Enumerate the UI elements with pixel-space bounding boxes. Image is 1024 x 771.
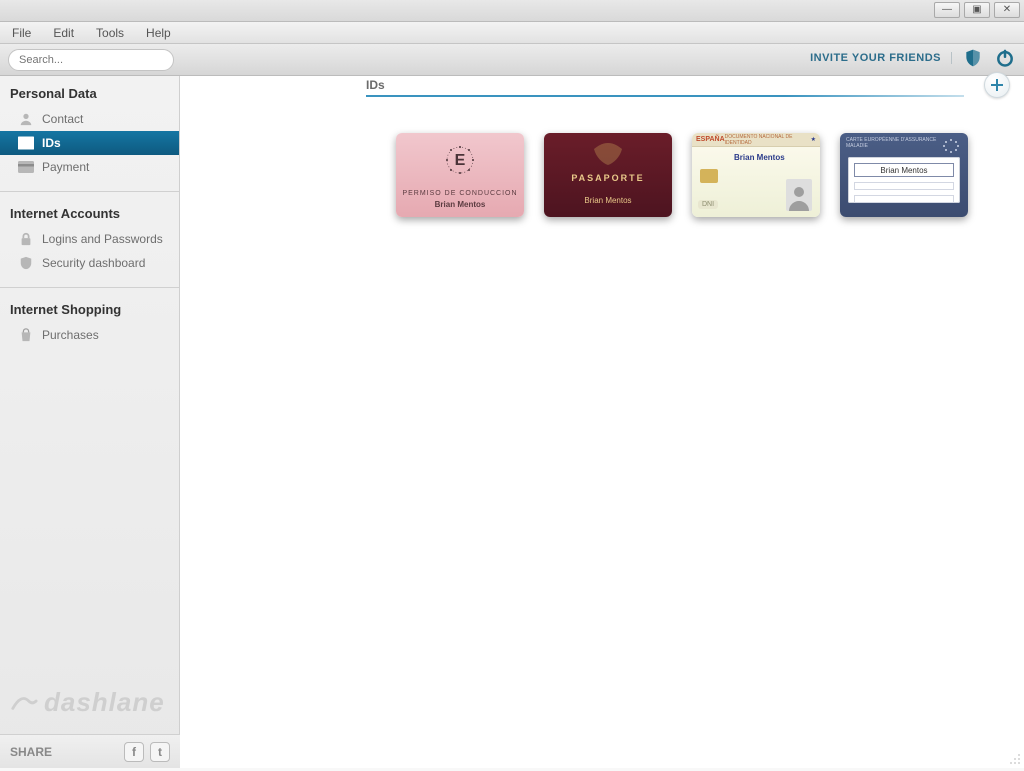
menu-tools[interactable]: Tools <box>92 24 128 42</box>
title-rule <box>366 95 964 97</box>
card-type-label: PERMISO DE CONDUCCION <box>396 190 524 197</box>
bag-icon <box>18 328 34 342</box>
sidebar-section-internet-shopping: Internet Shopping <box>0 292 179 323</box>
coat-of-arms-icon <box>544 141 672 169</box>
sidebar-item-label: Payment <box>42 160 89 174</box>
eu-stars-small-icon: ★ <box>811 136 816 143</box>
add-id-button[interactable] <box>984 72 1010 98</box>
sidebar: Personal Data Contact IDs Payment Intern… <box>0 76 180 768</box>
sidebar-item-logins[interactable]: Logins and Passwords <box>0 227 179 251</box>
sidebar-item-purchases[interactable]: Purchases <box>0 323 179 347</box>
shield-icon[interactable] <box>962 47 984 69</box>
sidebar-item-label: Purchases <box>42 328 99 342</box>
plus-icon <box>990 78 1004 92</box>
sidebar-section-internet-accounts: Internet Accounts <box>0 196 179 227</box>
credit-card-icon <box>18 160 34 174</box>
card-field-line <box>854 195 954 203</box>
sidebar-item-label: IDs <box>42 136 61 150</box>
window-titlebar: — ▣ ✕ <box>0 0 1024 22</box>
sidebar-item-contact[interactable]: Contact <box>0 107 179 131</box>
card-country-label: ESPAÑA <box>696 136 725 143</box>
share-facebook-button[interactable]: f <box>124 742 144 762</box>
lock-icon <box>18 232 34 246</box>
window-minimize-button[interactable]: — <box>934 2 960 18</box>
menu-edit[interactable]: Edit <box>49 24 78 42</box>
card-holder-name: Brian Mentos <box>544 196 672 205</box>
window-maximize-button[interactable]: ▣ <box>964 2 990 18</box>
card-holder-name: Brian Mentos <box>396 200 524 209</box>
card-passport[interactable]: PASAPORTE Brian Mentos <box>544 133 672 217</box>
person-icon <box>18 112 34 126</box>
id-photo-placeholder <box>786 179 812 211</box>
invite-friends-link[interactable]: INVITE YOUR FRIENDS <box>810 52 952 64</box>
card-holder-name: Brian Mentos <box>854 163 954 177</box>
dni-badge: DNI <box>698 200 718 209</box>
sidebar-item-label: Contact <box>42 112 83 126</box>
sidebar-item-label: Logins and Passwords <box>42 232 163 246</box>
card-field-line <box>854 182 954 190</box>
deer-icon <box>10 687 38 718</box>
share-label: SHARE <box>10 745 52 759</box>
svg-text:E: E <box>455 152 466 169</box>
card-driver-license[interactable]: E PERMISO DE CONDUCCION Brian Mentos <box>396 133 524 217</box>
toolbar: INVITE YOUR FRIENDS <box>0 44 1024 76</box>
eu-stars-icon: E <box>396 143 524 177</box>
shield-small-icon <box>18 256 34 270</box>
card-type-label: PASAPORTE <box>544 173 672 183</box>
sidebar-item-payment[interactable]: Payment <box>0 155 179 179</box>
card-social-security[interactable]: CARTE EUROPÉENNE D'ASSURANCE MALADIE Bri… <box>840 133 968 217</box>
resize-grip-icon[interactable] <box>1008 752 1022 766</box>
power-icon[interactable] <box>994 47 1016 69</box>
card-holder-name: Brian Mentos <box>734 153 785 162</box>
sidebar-section-personal-data: Personal Data <box>0 76 179 107</box>
menubar: File Edit Tools Help <box>0 22 1024 44</box>
id-cards-grid: E PERMISO DE CONDUCCION Brian Mentos PAS… <box>180 97 1024 217</box>
window-close-button[interactable]: ✕ <box>994 2 1020 18</box>
eu-stars-icon <box>940 137 962 149</box>
page-title: IDs <box>366 78 964 95</box>
sidebar-item-ids[interactable]: IDs <box>0 131 179 155</box>
id-card-icon <box>18 136 34 150</box>
card-header-label: CARTE EUROPÉENNE D'ASSURANCE MALADIE <box>846 137 940 149</box>
menu-help[interactable]: Help <box>142 24 175 42</box>
share-twitter-button[interactable]: t <box>150 742 170 762</box>
brand-logo: dashlane <box>10 687 165 718</box>
share-bar: SHARE f t <box>0 734 180 768</box>
card-strip-label: DOCUMENTO NACIONAL DE IDENTIDAD <box>725 134 811 146</box>
sidebar-item-security-dashboard[interactable]: Security dashboard <box>0 251 179 275</box>
menu-file[interactable]: File <box>8 24 35 42</box>
main-content: IDs E PERMISO DE <box>180 76 1024 768</box>
search-input[interactable] <box>8 49 174 71</box>
chip-icon <box>700 169 718 183</box>
card-national-id[interactable]: ESPAÑA DOCUMENTO NACIONAL DE IDENTIDAD ★… <box>692 133 820 217</box>
sidebar-item-label: Security dashboard <box>42 256 145 270</box>
